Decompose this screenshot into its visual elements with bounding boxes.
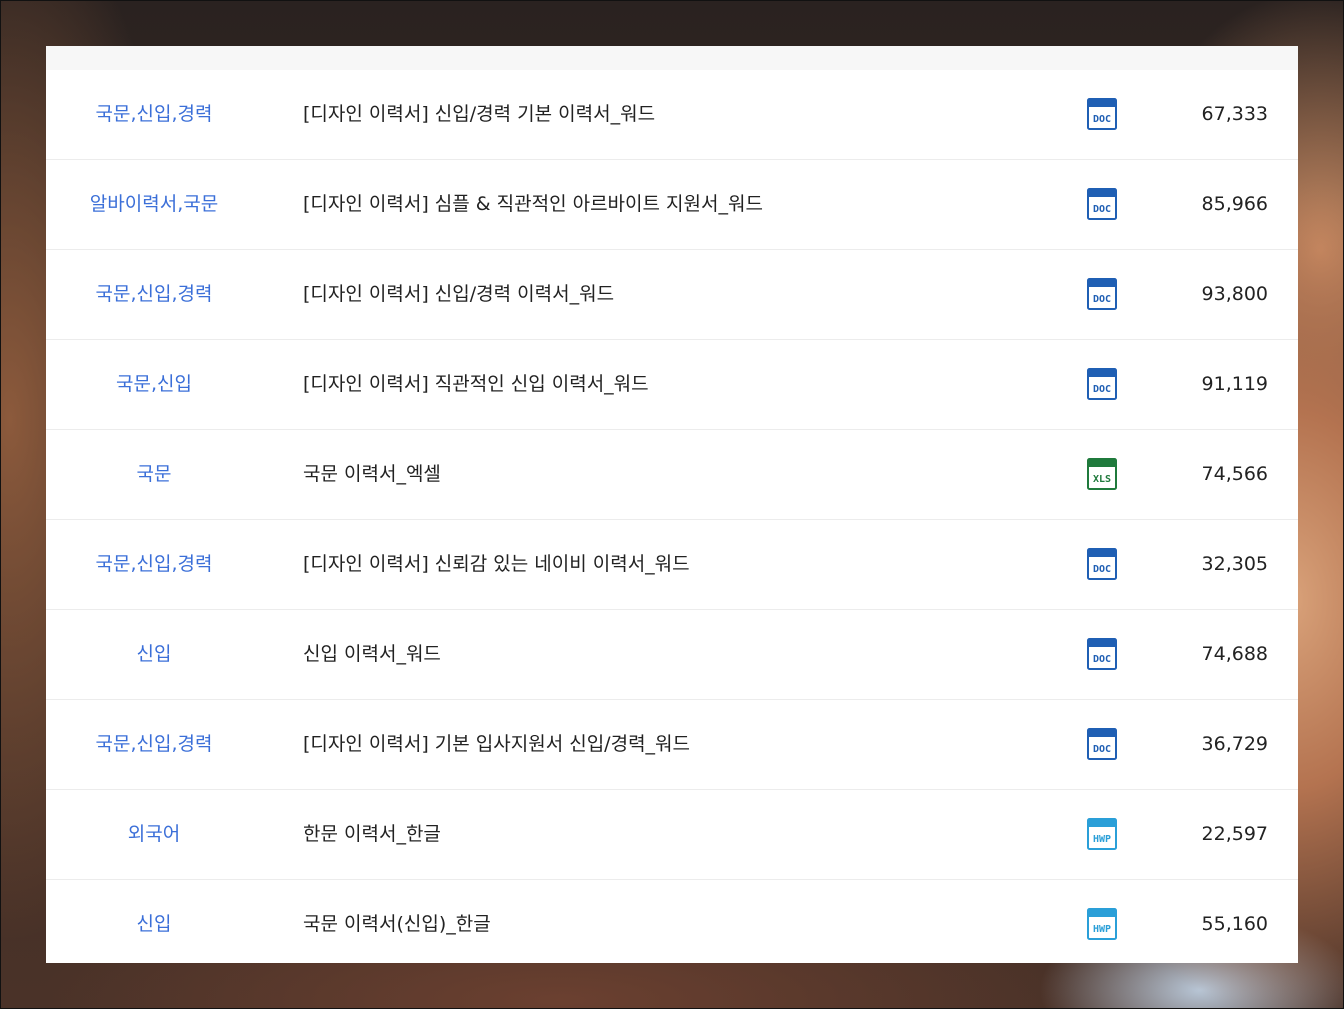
category-link[interactable]: 외국어 (46, 790, 262, 879)
resume-template-list: 국문,신입,경력 [디자인 이력서] 신입/경력 기본 이력서_워드 DOC 6… (46, 46, 1298, 963)
svg-text:DOC: DOC (1093, 564, 1111, 575)
template-title-link[interactable]: 국문 이력서(신입)_한글 (303, 880, 491, 963)
template-rows: 국문,신입,경력 [디자인 이력서] 신입/경력 기본 이력서_워드 DOC 6… (46, 70, 1298, 963)
xls-icon[interactable]: XLS (1087, 458, 1117, 490)
svg-text:DOC: DOC (1093, 294, 1111, 305)
doc-icon[interactable]: DOC (1087, 548, 1117, 580)
svg-text:DOC: DOC (1093, 744, 1111, 755)
table-row: 국문,신입,경력 [디자인 이력서] 신입/경력 이력서_워드 DOC 93,8… (46, 250, 1298, 340)
template-title-link[interactable]: [디자인 이력서] 심플 & 직관적인 아르바이트 지원서_워드 (303, 160, 763, 249)
template-title-link[interactable]: 국문 이력서_엑셀 (303, 430, 441, 519)
category-link[interactable]: 국문,신입,경력 (46, 520, 262, 609)
category-link[interactable]: 국문,신입 (46, 340, 262, 429)
category-link[interactable]: 신입 (46, 880, 262, 963)
template-title-link[interactable]: [디자인 이력서] 신입/경력 이력서_워드 (303, 250, 614, 339)
hwp-icon[interactable]: HWP (1087, 818, 1117, 850)
download-count: 36,729 (1201, 733, 1268, 755)
template-title-link[interactable]: [디자인 이력서] 기본 입사지원서 신입/경력_워드 (303, 700, 690, 789)
download-count: 32,305 (1201, 553, 1268, 575)
template-title-link[interactable]: [디자인 이력서] 직관적인 신입 이력서_워드 (303, 340, 649, 429)
hwp-icon[interactable]: HWP (1087, 908, 1117, 940)
table-row: 신입 신입 이력서_워드 DOC 74,688 (46, 610, 1298, 700)
svg-text:XLS: XLS (1093, 474, 1111, 485)
category-link[interactable]: 국문,신입,경력 (46, 700, 262, 789)
category-link[interactable]: 국문,신입,경력 (46, 70, 262, 159)
template-title-link[interactable]: 한문 이력서_한글 (303, 790, 441, 879)
svg-text:DOC: DOC (1093, 384, 1111, 395)
doc-icon[interactable]: DOC (1087, 278, 1117, 310)
svg-text:HWP: HWP (1093, 924, 1111, 935)
table-row: 국문,신입 [디자인 이력서] 직관적인 신입 이력서_워드 DOC 91,11… (46, 340, 1298, 430)
download-count: 74,688 (1201, 643, 1268, 665)
table-row: 알바이력서,국문 [디자인 이력서] 심플 & 직관적인 아르바이트 지원서_워… (46, 160, 1298, 250)
download-count: 67,333 (1201, 103, 1268, 125)
svg-text:DOC: DOC (1093, 204, 1111, 215)
download-count: 93,800 (1201, 283, 1268, 305)
doc-icon[interactable]: DOC (1087, 98, 1117, 130)
category-link[interactable]: 국문,신입,경력 (46, 250, 262, 339)
doc-icon[interactable]: DOC (1087, 638, 1117, 670)
template-title-link[interactable]: 신입 이력서_워드 (303, 610, 441, 699)
table-row: 국문,신입,경력 [디자인 이력서] 신뢰감 있는 네이비 이력서_워드 DOC… (46, 520, 1298, 610)
template-title-link[interactable]: [디자인 이력서] 신뢰감 있는 네이비 이력서_워드 (303, 520, 690, 609)
category-link[interactable]: 신입 (46, 610, 262, 699)
table-row: 외국어 한문 이력서_한글 HWP 22,597 (46, 790, 1298, 880)
download-count: 74,566 (1201, 463, 1268, 485)
doc-icon[interactable]: DOC (1087, 728, 1117, 760)
table-row: 신입 국문 이력서(신입)_한글 HWP 55,160 (46, 880, 1298, 963)
download-count: 55,160 (1201, 913, 1268, 935)
download-count: 22,597 (1201, 823, 1268, 845)
download-count: 85,966 (1201, 193, 1268, 215)
list-header-strip (46, 46, 1298, 70)
svg-text:DOC: DOC (1093, 654, 1111, 665)
category-link[interactable]: 알바이력서,국문 (46, 160, 262, 249)
table-row: 국문 국문 이력서_엑셀 XLS 74,566 (46, 430, 1298, 520)
doc-icon[interactable]: DOC (1087, 368, 1117, 400)
doc-icon[interactable]: DOC (1087, 188, 1117, 220)
table-row: 국문,신입,경력 [디자인 이력서] 신입/경력 기본 이력서_워드 DOC 6… (46, 70, 1298, 160)
download-count: 91,119 (1201, 373, 1268, 395)
table-row: 국문,신입,경력 [디자인 이력서] 기본 입사지원서 신입/경력_워드 DOC… (46, 700, 1298, 790)
category-link[interactable]: 국문 (46, 430, 262, 519)
template-title-link[interactable]: [디자인 이력서] 신입/경력 기본 이력서_워드 (303, 70, 655, 159)
svg-text:DOC: DOC (1093, 114, 1111, 125)
svg-text:HWP: HWP (1093, 834, 1111, 845)
